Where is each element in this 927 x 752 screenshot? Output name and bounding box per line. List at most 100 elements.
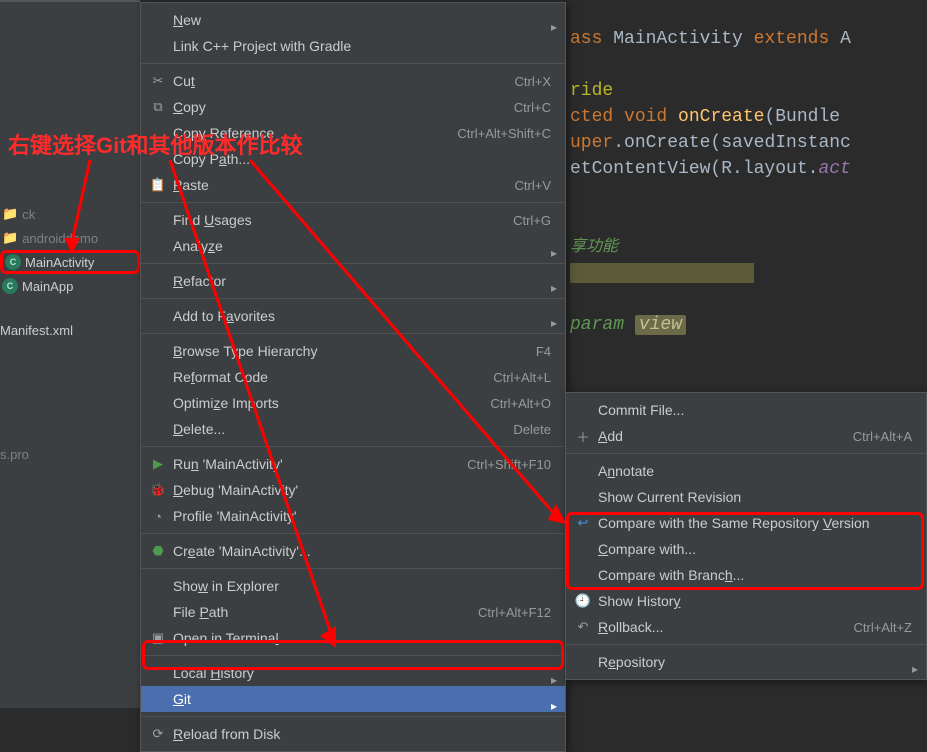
ctx-item-29[interactable]: ▣Open in Terminal (141, 625, 565, 651)
ctx-item-6[interactable]: Copy Path... (141, 146, 565, 172)
menu-label: Compare with Branch... (598, 567, 912, 583)
ctx-item-7[interactable]: 📋PasteCtrl+V (141, 172, 565, 198)
git-item-4[interactable]: Show Current Revision (566, 484, 926, 510)
ctx-item-34[interactable]: ⟳Reload from Disk (141, 721, 565, 747)
mnemonic: D (173, 421, 183, 437)
git-item-5[interactable]: ↩Compare with the Same Repository Versio… (566, 510, 926, 536)
icon-slot (574, 654, 592, 670)
tree-file-manifest[interactable]: Manifest.xml (0, 318, 140, 342)
menu-label: Repository (598, 654, 912, 670)
git-item-1[interactable]: ＋AddCtrl+Alt+A (566, 423, 926, 449)
ctx-item-0[interactable]: New (141, 7, 565, 33)
code-fn: onCreate (667, 107, 764, 127)
ctx-item-22[interactable]: 🐞Debug 'MainActivity' (141, 477, 565, 503)
mnemonic: G (173, 691, 184, 707)
ctx-item-9[interactable]: Find UsagesCtrl+G (141, 207, 565, 233)
mnemonic: N (173, 12, 183, 28)
git-sep (566, 644, 926, 645)
menu-label: File Path (173, 604, 448, 620)
git-submenu: Commit File...＋AddCtrl+Alt+A Annotate Show… (565, 392, 927, 680)
icon-slot (149, 691, 167, 707)
ctx-item-12[interactable]: Refactor (141, 268, 565, 294)
ctx-sep (141, 716, 565, 717)
icon-slot (149, 395, 167, 411)
mnemonic: f (191, 369, 195, 385)
tree-file-mainactivity[interactable]: C MainActivity (0, 250, 140, 274)
ctx-item-25[interactable]: ⬣Create 'MainActivity'... (141, 538, 565, 564)
git-item-6[interactable]: Compare with... (566, 536, 926, 562)
ctx-sep (141, 263, 565, 264)
git-item-8[interactable]: 🕘 Show History (566, 588, 926, 614)
mnemonic: l (275, 630, 278, 646)
code-param: view (635, 315, 686, 335)
menu-label: Run 'MainActivity' (173, 456, 437, 472)
menu-icon: 🕘 (574, 593, 592, 609)
git-sep (566, 453, 926, 454)
icon-slot (574, 541, 592, 557)
code-kw: extends (743, 29, 840, 49)
code-kw: uper (570, 133, 613, 153)
ctx-sep (141, 333, 565, 334)
menu-label: Add (598, 428, 823, 444)
git-item-7[interactable]: Compare with Branch... (566, 562, 926, 588)
git-item-11[interactable]: Repository (566, 649, 926, 675)
ctx-item-16[interactable]: Browse Type HierarchyF4 (141, 338, 565, 364)
icon-slot (574, 402, 592, 418)
ctx-item-5[interactable]: Copy ReferenceCtrl+Alt+Shift+C (141, 120, 565, 146)
mnemonic: y (199, 125, 206, 141)
code-comment: 享功能 (570, 238, 618, 255)
class-icon: C (2, 278, 18, 294)
menu-shortcut: Ctrl+Alt+L (493, 370, 551, 385)
ctx-item-21[interactable]: ▶Run 'MainActivity'Ctrl+Shift+F10 (141, 451, 565, 477)
tree-pkg-androiddemo[interactable]: 📁 androiddemo (0, 226, 140, 250)
tree-pkg-ck[interactable]: 📁 ck (0, 202, 140, 226)
mnemonic: z (213, 395, 220, 411)
tree-file-mainapp[interactable]: C MainApp (0, 274, 140, 298)
ctx-item-10[interactable]: Analyze (141, 233, 565, 259)
menu-icon: ⟳ (149, 726, 167, 742)
mnemonic: B (173, 343, 182, 359)
menu-shortcut: Ctrl+Shift+F10 (467, 457, 551, 472)
ctx-item-18[interactable]: Optimize ImportsCtrl+Alt+O (141, 390, 565, 416)
menu-label: Show in Explorer (173, 578, 551, 594)
icon-slot (574, 489, 592, 505)
ctx-item-28[interactable]: File PathCtrl+Alt+F12 (141, 599, 565, 625)
code-id: act (818, 159, 850, 179)
ctx-item-19[interactable]: Delete...Delete (141, 416, 565, 442)
ctx-item-27[interactable]: Show in Explorer (141, 573, 565, 599)
class-icon: C (5, 254, 21, 270)
mnemonic: D (173, 482, 183, 498)
menu-label: Copy Path... (173, 151, 551, 167)
tree-file-proguard[interactable]: s.pro (0, 442, 140, 466)
icon-slot (574, 567, 592, 583)
ctx-item-23[interactable]: ◔Profile 'MainActivity' (141, 503, 565, 529)
menu-icon: 📋 (149, 177, 167, 193)
mnemonic: z (208, 238, 215, 254)
menu-icon: ↶ (574, 619, 592, 635)
menu-label: Show History (598, 593, 912, 609)
mnemonic: C (598, 541, 608, 557)
mnemonic: P (173, 177, 182, 193)
menu-label: Rollback... (598, 619, 823, 635)
menu-label: Annotate (598, 463, 912, 479)
ctx-sep (141, 446, 565, 447)
git-item-3[interactable]: Annotate (566, 458, 926, 484)
mnemonic: e (608, 654, 616, 670)
icon-slot (149, 38, 167, 54)
ctx-item-14[interactable]: Add to Favorites (141, 303, 565, 329)
mnemonic: e (188, 543, 196, 559)
ctx-item-31[interactable]: Local History (141, 660, 565, 686)
code-id: (Bundle (764, 107, 840, 127)
code-id: .onCreate(savedInstanc (613, 133, 851, 153)
ctx-sep (141, 63, 565, 64)
ctx-item-17[interactable]: Reformat CodeCtrl+Alt+L (141, 364, 565, 390)
ctx-item-4[interactable]: ⧉CopyCtrl+C (141, 94, 565, 120)
ctx-item-32[interactable]: Git (141, 686, 565, 712)
ctx-item-3[interactable]: ✂CutCtrl+X (141, 68, 565, 94)
mnemonic: h (725, 567, 733, 583)
icon-slot (149, 238, 167, 254)
git-item-9[interactable]: ↶Rollback...Ctrl+Alt+Z (566, 614, 926, 640)
ctx-item-1[interactable]: Link C++ Project with Gradle (141, 33, 565, 59)
menu-label: Refactor (173, 273, 551, 289)
git-item-0[interactable]: Commit File... (566, 397, 926, 423)
